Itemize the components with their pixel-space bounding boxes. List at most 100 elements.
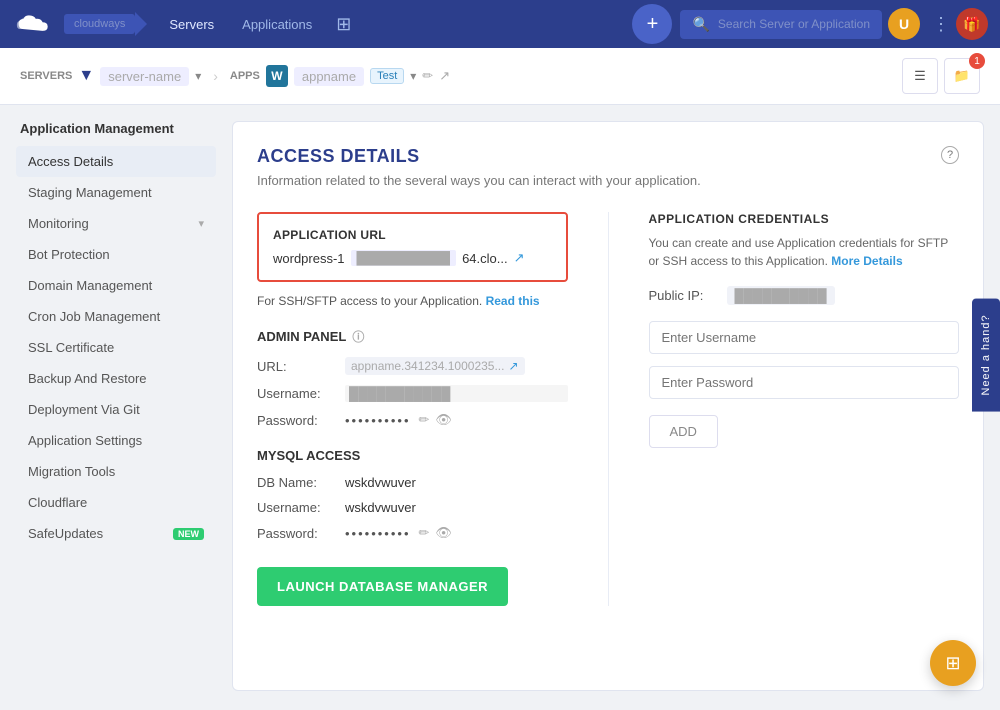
admin-url-value: appname.341234.1000235... ↗: [345, 357, 525, 375]
sidebar-item-backup-and-restore[interactable]: Backup And Restore: [16, 363, 216, 394]
admin-username-value: ███████████: [345, 385, 568, 402]
help-icon[interactable]: ?: [941, 146, 959, 164]
url-blurred: ███████████: [351, 250, 457, 266]
app-url-label: APPLICATION URL: [273, 228, 552, 242]
server-dropdown-icon[interactable]: ▾: [195, 69, 201, 83]
mysql-access-section: MYSQL ACCESS DB Name: wskdvwuver Usernam…: [257, 448, 568, 606]
need-a-hand-panel[interactable]: Need a hand?: [972, 298, 1000, 411]
admin-url-label: URL:: [257, 359, 337, 374]
ssh-note: For SSH/SFTP access to your Application.…: [257, 294, 568, 308]
db-name-value: wskdvwuver: [345, 475, 568, 490]
fab-icon: ⊞: [945, 653, 960, 674]
apps-breadcrumb: Apps W appname Test ▾ ✏ ↗: [230, 65, 450, 87]
sidebar-item-safeupdates[interactable]: SafeUpdates NEW: [16, 518, 216, 549]
top-navigation: cloudways Servers Applications ⊞ + 🔍 Sea…: [0, 0, 1000, 48]
admin-url-row: URL: appname.341234.1000235... ↗: [257, 357, 568, 375]
sidebar-item-cloudflare[interactable]: Cloudflare: [16, 487, 216, 518]
edit-mysql-password-icon[interactable]: ✏: [419, 525, 430, 541]
test-badge: Test: [370, 68, 404, 84]
search-bar[interactable]: 🔍 Search Server or Application: [680, 10, 882, 39]
wordpress-icon: W: [266, 65, 288, 87]
add-button[interactable]: +: [632, 4, 672, 44]
admin-url-link-icon[interactable]: ↗: [508, 359, 518, 373]
nav-servers[interactable]: Servers: [155, 17, 228, 32]
folder-badge: 1: [969, 53, 985, 69]
mysql-title: MYSQL ACCESS: [257, 448, 568, 463]
sidebar-item-deployment-via-git[interactable]: Deployment Via Git: [16, 394, 216, 425]
mysql-password-actions: ✏ 👁: [419, 525, 452, 541]
read-this-link[interactable]: Read this: [486, 294, 540, 308]
fab-button[interactable]: ⊞: [930, 640, 976, 686]
server-icon: ▼: [78, 67, 94, 85]
list-view-button[interactable]: ☰: [902, 58, 938, 94]
sidebar-item-ssl-certificate[interactable]: SSL Certificate: [16, 332, 216, 363]
add-credentials-button[interactable]: ADD: [649, 415, 718, 448]
folder-icon: 📁: [954, 68, 970, 84]
external-link-icon[interactable]: ↗: [439, 68, 450, 84]
url-suffix: 64.clo...: [462, 251, 508, 266]
launch-database-manager-button[interactable]: LAUNCH DATABASE MANAGER: [257, 567, 508, 606]
avatar[interactable]: U: [888, 8, 920, 40]
admin-username-row: Username: ███████████: [257, 385, 568, 402]
edit-password-icon[interactable]: ✏: [419, 412, 430, 428]
page-title: ACCESS DETAILS: [257, 146, 941, 167]
sidebar-label-access-details: Access Details: [28, 154, 113, 169]
sidebar-item-staging-management[interactable]: Staging Management: [16, 177, 216, 208]
admin-url-blurred: appname.341234.1000235...: [351, 359, 504, 373]
more-options-icon[interactable]: ⋮: [926, 14, 956, 35]
app-url-value: wordpress-1 ███████████ 64.clo... ↗: [273, 250, 552, 266]
app-credentials-note: You can create and use Application crede…: [649, 234, 960, 270]
sidebar-label-deployment-via-git: Deployment Via Git: [28, 402, 140, 417]
mysql-password-row: Password: •••••••••• ✏ 👁: [257, 525, 568, 541]
grid-icon[interactable]: ⊞: [326, 14, 361, 35]
public-ip-label: Public IP:: [649, 288, 719, 303]
sidebar-item-monitoring[interactable]: Monitoring ▾: [16, 208, 216, 239]
show-mysql-password-icon[interactable]: 👁: [435, 525, 452, 541]
main-layout: Application Management Access Details St…: [0, 105, 1000, 707]
logo[interactable]: [12, 2, 56, 46]
folder-button[interactable]: 📁 1: [944, 58, 980, 94]
apps-label: Apps: [230, 70, 260, 82]
sidebar-item-domain-management[interactable]: Domain Management: [16, 270, 216, 301]
username-input[interactable]: [649, 321, 960, 354]
gift-icon[interactable]: 🎁: [956, 8, 988, 40]
brand-label[interactable]: cloudways: [64, 14, 135, 34]
db-name-row: DB Name: wskdvwuver: [257, 475, 568, 490]
sidebar-label-cron-job-management: Cron Job Management: [28, 309, 160, 324]
mysql-password-label: Password:: [257, 526, 337, 541]
password-input[interactable]: [649, 366, 960, 399]
sidebar: Application Management Access Details St…: [16, 121, 216, 691]
mysql-username-label: Username:: [257, 500, 337, 515]
db-name-label: DB Name:: [257, 475, 337, 490]
public-ip-row: Public IP: ██████████: [649, 286, 960, 305]
url-external-link-icon[interactable]: ↗: [514, 250, 525, 266]
sidebar-label-bot-protection: Bot Protection: [28, 247, 110, 262]
column-divider: [608, 212, 609, 606]
content-area: ACCESS DETAILS Information related to th…: [232, 121, 984, 691]
sidebar-item-migration-tools[interactable]: Migration Tools: [16, 456, 216, 487]
nav-applications[interactable]: Applications: [228, 17, 326, 32]
sidebar-label-safeupdates: SafeUpdates: [28, 526, 103, 541]
admin-password-actions: ✏ 👁: [419, 412, 452, 428]
sidebar-item-bot-protection[interactable]: Bot Protection: [16, 239, 216, 270]
more-details-link[interactable]: More Details: [831, 254, 902, 268]
sidebar-item-application-settings[interactable]: Application Settings: [16, 425, 216, 456]
sidebar-label-application-settings: Application Settings: [28, 433, 142, 448]
breadcrumb-right-actions: ☰ 📁 1: [902, 58, 980, 94]
sidebar-item-cron-job-management[interactable]: Cron Job Management: [16, 301, 216, 332]
sidebar-label-backup-and-restore: Backup And Restore: [28, 371, 147, 386]
server-name[interactable]: server-name: [100, 67, 189, 86]
app-name[interactable]: appname: [294, 67, 364, 86]
sidebar-item-access-details[interactable]: Access Details: [16, 146, 216, 177]
app-dropdown-icon[interactable]: ▾: [410, 69, 416, 83]
admin-password-row: Password: •••••••••• ✏ 👁: [257, 412, 568, 428]
servers-breadcrumb: Servers ▼ server-name ▾: [20, 67, 201, 86]
new-badge: NEW: [173, 528, 204, 540]
section-header: ACCESS DETAILS Information related to th…: [257, 146, 959, 212]
search-placeholder: Search Server or Application: [718, 17, 870, 31]
admin-password-label: Password:: [257, 413, 337, 428]
edit-icon[interactable]: ✏: [422, 68, 433, 84]
show-password-icon[interactable]: 👁: [435, 412, 452, 428]
info-icon[interactable]: ⓘ: [352, 328, 364, 345]
right-column: APPLICATION CREDENTIALS You can create a…: [649, 212, 960, 606]
